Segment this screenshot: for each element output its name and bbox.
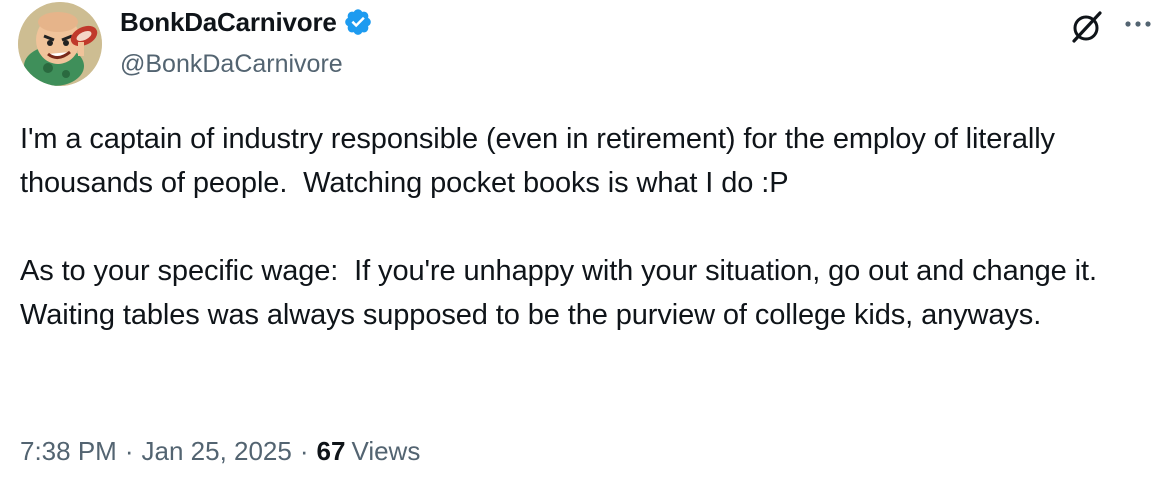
grok-icon[interactable] [1070, 10, 1104, 44]
meta-separator: · [124, 436, 134, 466]
avatar[interactable] [18, 2, 102, 86]
verified-badge-icon [343, 7, 373, 37]
more-icon[interactable] [1118, 12, 1158, 36]
views-label: Views [351, 436, 421, 466]
tweet-paragraph: As to your specific wage: If you're unha… [20, 255, 1113, 331]
avatar-image [18, 2, 102, 86]
tweet-time[interactable]: 7:38 PM [20, 436, 117, 467]
tweet-date[interactable]: Jan 25, 2025 [142, 436, 292, 467]
tweet-text: I'm a captain of industry responsible (e… [20, 117, 1150, 337]
tweet-header: BonkDaCarnivore @BonkDaCarnivore [120, 4, 373, 79]
views-count: 67 [316, 436, 346, 466]
name-row: BonkDaCarnivore [120, 4, 373, 40]
tweet-card: BonkDaCarnivore @BonkDaCarnivore I'm a c… [0, 0, 1168, 482]
handle[interactable]: @BonkDaCarnivore [120, 50, 373, 79]
tweet-paragraph: I'm a captain of industry responsible (e… [20, 123, 1063, 199]
display-name[interactable]: BonkDaCarnivore [120, 7, 337, 38]
tweet-meta: 7:38 PM · Jan 25, 2025 · 67 Views [20, 436, 420, 467]
meta-separator: · [299, 436, 309, 466]
